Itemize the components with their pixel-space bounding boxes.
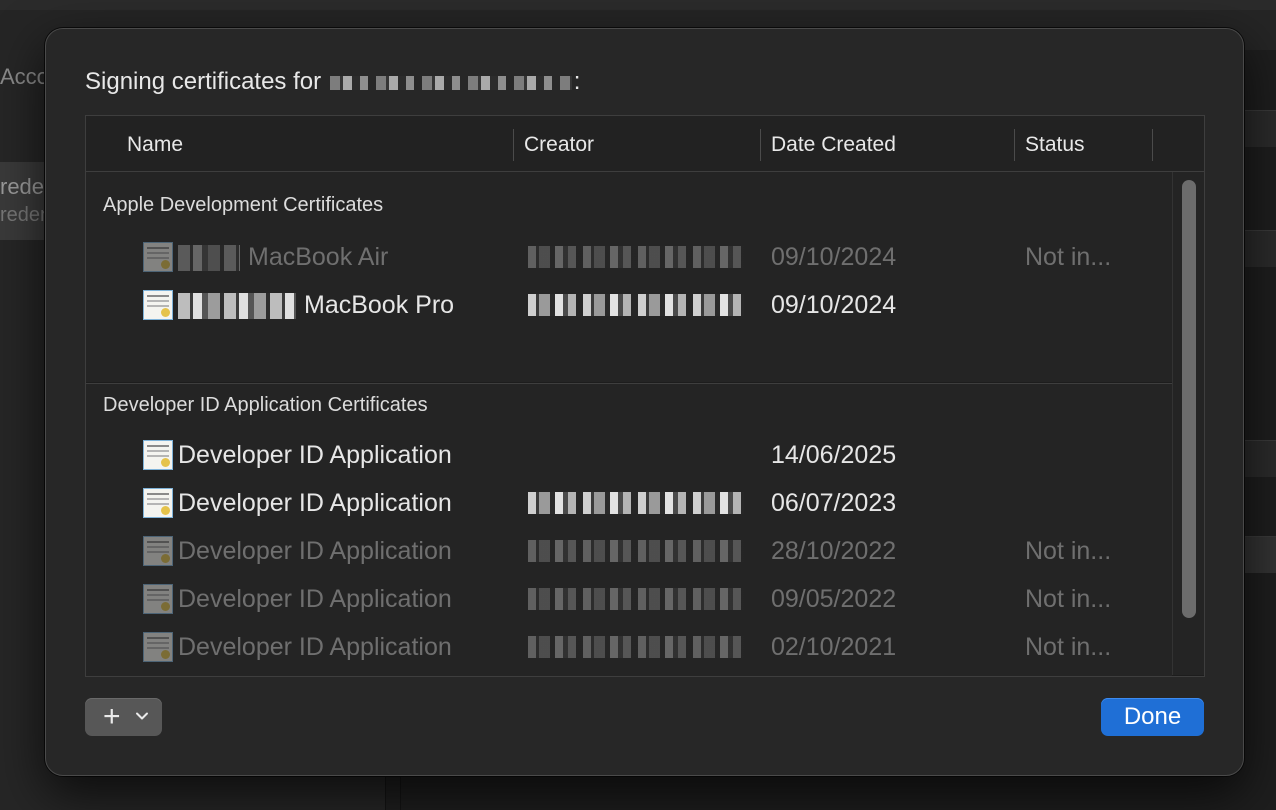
cell-name: MacBook Pro <box>178 281 454 329</box>
background-sidebar-item-subtitle: reden <box>0 204 52 226</box>
plus-icon: + <box>103 700 121 733</box>
cell-name: Developer ID Application <box>178 585 452 613</box>
chevron-down-icon <box>135 709 149 728</box>
certificate-icon <box>143 290 173 320</box>
signing-certificates-sheet: Signing certificates for : Name Creator … <box>45 28 1244 776</box>
column-header-status[interactable]: Status <box>1025 116 1085 171</box>
certificate-name: MacBook Air <box>248 243 389 271</box>
section-apple-development: Apple Development Certificates MacBook A… <box>86 172 1172 382</box>
column-separator[interactable] <box>1014 129 1015 161</box>
section-developer-id-application: Developer ID Application Certificates De… <box>86 384 1172 676</box>
column-separator[interactable] <box>760 129 761 161</box>
redacted-creator <box>528 294 744 316</box>
column-separator[interactable] <box>1152 129 1153 161</box>
cell-name: MacBook Air <box>178 233 388 281</box>
certificates-table: Name Creator Date Created Status Apple D… <box>85 115 1205 677</box>
cell-name: Developer ID Application <box>178 441 452 469</box>
cell-status: Not in... <box>1025 633 1112 661</box>
certificate-icon <box>143 242 173 272</box>
redacted-owner-name <box>178 293 296 320</box>
sheet-title-suffix: : <box>573 68 581 95</box>
column-header-creator[interactable]: Creator <box>524 116 594 171</box>
section-title: Developer ID Application Certificates <box>103 394 428 416</box>
table-row[interactable]: MacBook Pro 09/10/2024 <box>86 281 1172 329</box>
certificate-icon <box>143 536 173 566</box>
redacted-creator <box>528 246 744 268</box>
certificate-icon <box>143 440 173 470</box>
redacted-creator <box>528 492 744 514</box>
done-button[interactable]: Done <box>1101 698 1204 736</box>
redacted-account-name <box>329 75 572 90</box>
background-sidebar-label: Accou <box>0 64 48 89</box>
redacted-owner-name <box>178 245 240 272</box>
cell-date-created: 02/10/2021 <box>771 633 897 661</box>
sheet-title-prefix: Signing certificates for <box>85 68 322 95</box>
sheet-title: Signing certificates for : <box>85 68 580 96</box>
redacted-creator <box>528 588 744 610</box>
cell-name: Developer ID Application <box>178 489 452 517</box>
table-row[interactable]: Developer ID Application 06/07/2023 <box>86 479 1172 527</box>
cell-status: Not in... <box>1025 537 1112 565</box>
certificate-icon <box>143 632 173 662</box>
cell-date-created: 09/10/2024 <box>771 243 897 271</box>
cell-name: Developer ID Application <box>178 633 452 661</box>
certificate-name: MacBook Pro <box>304 291 455 319</box>
redacted-creator <box>528 636 744 658</box>
table-row[interactable]: Developer ID Application 09/05/2022 Not … <box>86 575 1172 623</box>
certificate-icon <box>143 584 173 614</box>
redacted-creator <box>528 540 744 562</box>
table-row[interactable]: MacBook Air 09/10/2024 Not in... <box>86 233 1172 281</box>
table-row[interactable]: Developer ID Application 28/10/2022 Not … <box>86 527 1172 575</box>
cell-status: Not in... <box>1025 585 1112 613</box>
table-row[interactable]: Developer ID Application 14/06/2025 <box>86 431 1172 479</box>
cell-date-created: 14/06/2025 <box>771 441 897 469</box>
cell-status: Not in... <box>1025 243 1112 271</box>
cell-name: Developer ID Application <box>178 537 452 565</box>
cell-date-created: 09/10/2024 <box>771 291 897 319</box>
background-sidebar-item-title: rede <box>0 174 45 199</box>
certificate-icon <box>143 488 173 518</box>
table-header: Name Creator Date Created Status <box>86 116 1204 172</box>
section-title: Apple Development Certificates <box>103 194 384 216</box>
vertical-scrollbar-thumb[interactable] <box>1182 180 1196 618</box>
cell-date-created: 06/07/2023 <box>771 489 897 517</box>
table-row[interactable]: Developer ID Application 02/10/2021 Not … <box>86 623 1172 671</box>
column-header-name[interactable]: Name <box>127 116 183 171</box>
cell-date-created: 28/10/2022 <box>771 537 897 565</box>
column-header-date-created[interactable]: Date Created <box>771 116 896 171</box>
add-certificate-menu-button[interactable]: + <box>85 698 162 736</box>
column-separator[interactable] <box>513 129 514 161</box>
cell-date-created: 09/05/2022 <box>771 585 897 613</box>
